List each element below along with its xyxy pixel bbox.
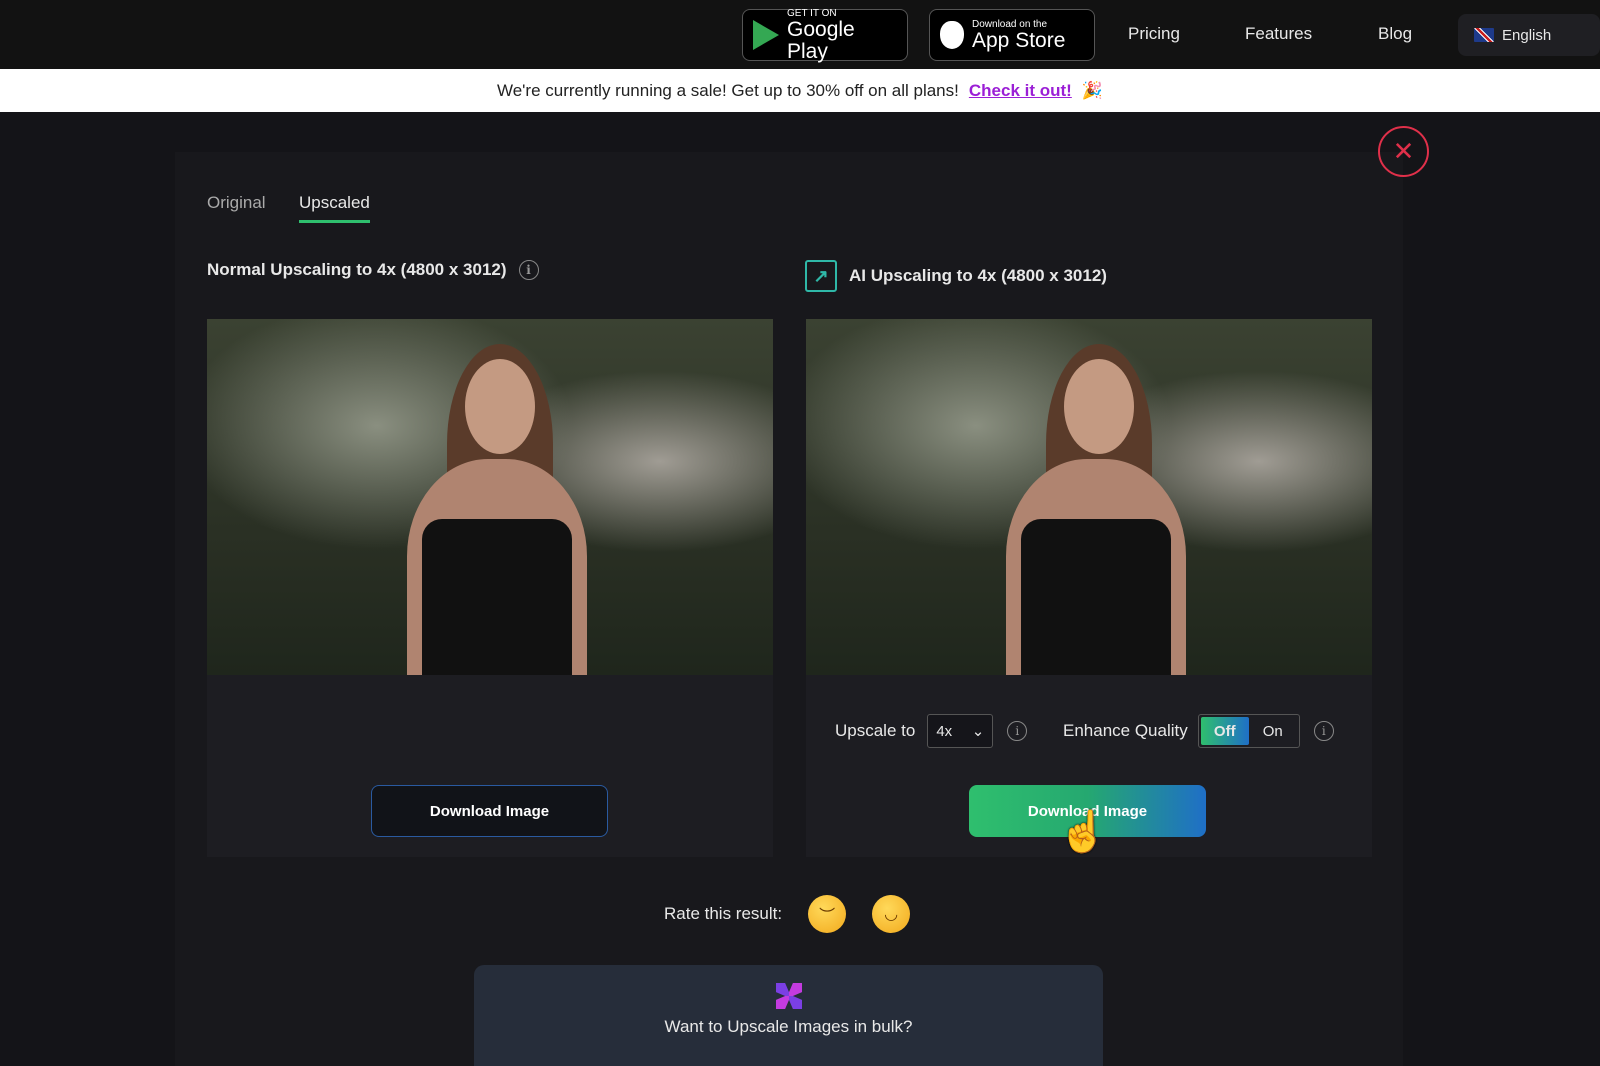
upscale-label: Upscale to	[835, 721, 916, 740]
party-icon: 🎉	[1081, 80, 1103, 100]
nav-features[interactable]: Features	[1245, 24, 1312, 44]
info-icon[interactable]: i	[1313, 721, 1334, 741]
google-play-icon	[753, 20, 779, 50]
tab-original[interactable]: Original	[207, 193, 266, 213]
ai-result-card: Upscale to 4x ⌄ i Enhance Quality Off On …	[806, 319, 1372, 857]
hand-cursor-icon: ☝	[1058, 810, 1108, 854]
nav-blog[interactable]: Blog	[1378, 24, 1412, 44]
normal-heading: Normal Upscaling to 4x (4800 x 3012) i	[207, 260, 539, 280]
normal-result-card: Download Image	[207, 319, 773, 857]
upscale-arrow-icon: ↗	[805, 260, 837, 292]
apple-icon	[940, 21, 964, 49]
banner-text: We're currently running a sale! Get up t…	[496, 80, 959, 100]
toggle-on[interactable]: On	[1249, 717, 1297, 745]
info-icon[interactable]: i	[518, 260, 539, 280]
bulk-icon	[776, 983, 802, 1009]
upscale-control: Upscale to 4x ⌄ i	[835, 714, 1028, 748]
app-store-small: Download on the	[972, 18, 1048, 30]
enhance-control: Enhance Quality Off On i	[1063, 714, 1334, 748]
ai-upscaled-image	[806, 319, 1372, 675]
ai-heading: ↗ AI Upscaling to 4x (4800 x 3012)	[805, 260, 1107, 292]
rating-row: Rate this result: ︶ ◡	[664, 895, 911, 933]
close-icon: ✕	[1392, 136, 1415, 166]
enhance-toggle[interactable]: Off On	[1197, 714, 1300, 748]
banner-link[interactable]: Check it out!	[969, 81, 1072, 101]
language-label: English	[1502, 26, 1552, 44]
app-store-big: App Store	[972, 28, 1066, 52]
google-play-button[interactable]: GET IT ON Google Play	[742, 7, 908, 63]
google-play-big: Google Play	[787, 17, 855, 63]
normal-download-button[interactable]: Download Image	[371, 785, 608, 837]
nav-pricing[interactable]: Pricing	[1128, 24, 1180, 44]
sale-banner: We're currently running a sale! Get up t…	[0, 69, 1600, 112]
tab-upscaled[interactable]: Upscaled	[299, 193, 370, 223]
google-play-small: GET IT ON	[787, 7, 837, 19]
normal-heading-text: Normal Upscaling to 4x (4800 x 3012)	[207, 260, 507, 279]
normal-upscaled-image	[207, 319, 773, 675]
uk-flag-icon	[1474, 28, 1494, 42]
app-store-button[interactable]: Download on the App Store	[929, 9, 1095, 61]
upscale-value: 4x	[936, 722, 953, 740]
sad-face-icon[interactable]: ︶	[808, 895, 847, 933]
bulk-upscale-card[interactable]: Want to Upscale Images in bulk?	[474, 965, 1103, 1066]
toggle-off[interactable]: Off	[1200, 717, 1249, 745]
rate-label: Rate this result:	[664, 904, 783, 923]
enhance-label: Enhance Quality	[1063, 721, 1188, 740]
grin-face-icon[interactable]: ◡	[872, 895, 911, 933]
chevron-down-icon: ⌄	[971, 723, 985, 740]
top-nav: GET IT ON Google Play Download on the App …	[0, 0, 1600, 69]
info-icon[interactable]: i	[1007, 721, 1028, 741]
close-button[interactable]: ✕	[1378, 126, 1429, 177]
language-selector[interactable]: English	[1458, 14, 1600, 56]
bulk-text: Want to Upscale Images in bulk?	[664, 1017, 913, 1036]
ai-heading-text: AI Upscaling to 4x (4800 x 3012)	[849, 266, 1107, 285]
upscale-select[interactable]: 4x ⌄	[927, 714, 994, 748]
